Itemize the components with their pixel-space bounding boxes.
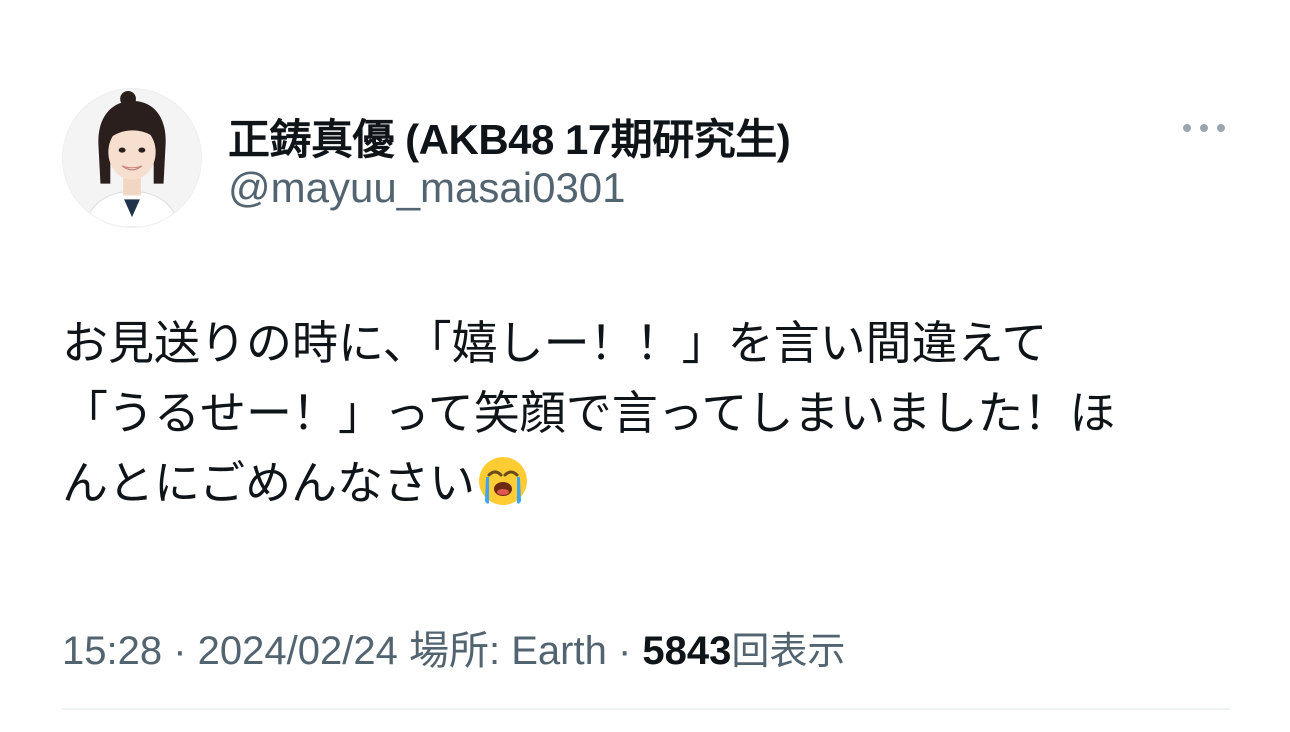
divider [62,708,1230,710]
profile-photo-icon [63,89,201,227]
views-count[interactable]: 5843 [642,629,731,673]
location-label: 場所: [408,629,501,673]
tweet-detail: 正鋳真優 (AKB48 17期研究生) @mayuu_masai0301 お見送… [0,0,1290,732]
tweet-text-line: 「うるせー！」って笑顔で言ってしまいました！ほ [62,387,1116,439]
tweet-text-line: んとにごめんなさい [62,448,1237,518]
tweet-text-line: お見送りの時に、「嬉しー！！」を言い間違えて [62,317,1048,369]
separator-dot: · [606,629,643,673]
tweet-time[interactable]: 15:28 [62,629,162,673]
tweet-date[interactable]: 2024/02/24 [198,629,398,673]
location-value: Earth [511,629,607,673]
tweet-text: お見送りの時に、「嬉しー！！」を言い間違えて 「うるせー！」って笑顔で言ってしま… [62,308,1237,518]
avatar[interactable] [62,88,202,228]
user-handle[interactable]: @mayuu_masai0301 [228,164,626,212]
tweet-meta: 15:28 · 2024/02/24 場所: Earth · 5843回表示 [62,618,845,676]
separator-dot: · [162,629,198,673]
more-options-button[interactable] [1176,112,1232,144]
display-name[interactable]: 正鋳真優 (AKB48 17期研究生) [228,106,791,167]
loudly-crying-face-icon [479,457,528,505]
more-horizontal-icon [1183,124,1225,132]
tweet-text-segment: んとにごめんなさい [62,457,476,509]
views-label: 回表示 [731,631,846,673]
